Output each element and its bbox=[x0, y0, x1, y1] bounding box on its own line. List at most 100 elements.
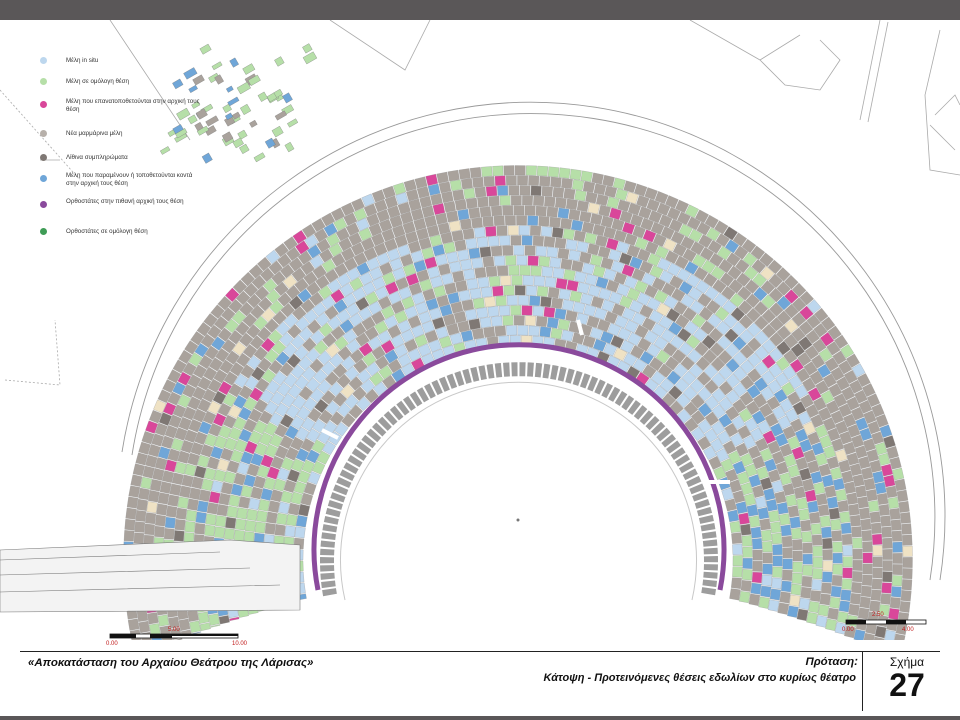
seat-block bbox=[454, 239, 467, 252]
seat-block bbox=[562, 228, 575, 240]
seat-block bbox=[521, 305, 533, 316]
seat-block bbox=[552, 187, 565, 198]
seat-block bbox=[163, 528, 175, 540]
seat-block bbox=[902, 557, 913, 568]
seat-block bbox=[535, 245, 547, 257]
seat-block bbox=[787, 605, 799, 618]
seat-block bbox=[891, 575, 903, 587]
seat-block bbox=[497, 265, 509, 276]
seat-block bbox=[809, 511, 821, 524]
seat-block bbox=[238, 496, 251, 509]
seat-block bbox=[506, 325, 517, 336]
seat-block bbox=[458, 168, 471, 180]
seat-block bbox=[503, 165, 515, 176]
seat-block bbox=[569, 168, 582, 181]
seat-block bbox=[789, 516, 801, 529]
seat-block bbox=[538, 256, 551, 267]
legend-label: Μέλη που παραμένουν ή τοποθετούνται κοντ… bbox=[66, 172, 193, 187]
seat-block bbox=[872, 567, 883, 579]
seat-block bbox=[557, 318, 571, 331]
seat-block bbox=[767, 599, 780, 612]
seat-block bbox=[755, 496, 767, 509]
seat-block bbox=[145, 512, 157, 525]
seat-block bbox=[441, 191, 454, 203]
seat-block bbox=[593, 183, 607, 196]
seat-block bbox=[541, 266, 554, 278]
seat-block bbox=[449, 179, 462, 192]
seat-block bbox=[146, 501, 158, 514]
seat-block bbox=[871, 533, 883, 545]
stage-foundations bbox=[0, 539, 301, 613]
seat-block bbox=[822, 571, 833, 583]
seat-block bbox=[204, 524, 216, 537]
seat-block bbox=[208, 613, 220, 626]
seat-block bbox=[451, 230, 464, 242]
seat-block bbox=[563, 269, 576, 281]
seat-block bbox=[883, 474, 896, 488]
seat-block bbox=[505, 255, 517, 266]
seat-block bbox=[832, 478, 845, 491]
seat-block bbox=[254, 521, 266, 534]
seat-block bbox=[822, 537, 833, 550]
seat-block bbox=[152, 468, 165, 481]
seat-block bbox=[735, 501, 748, 514]
seat-block bbox=[746, 504, 759, 517]
seat-block bbox=[535, 205, 547, 217]
seat-block bbox=[841, 578, 853, 590]
seat-block bbox=[826, 496, 839, 509]
seat-block bbox=[576, 200, 589, 212]
seat-block bbox=[776, 502, 789, 515]
seat-block bbox=[568, 209, 581, 221]
seat-block bbox=[825, 618, 837, 631]
seat-block bbox=[761, 529, 772, 542]
seat-block bbox=[465, 238, 478, 250]
seat-block bbox=[827, 607, 839, 620]
seat-block bbox=[525, 315, 537, 326]
fragment-block bbox=[284, 141, 295, 153]
seat-block bbox=[872, 470, 885, 484]
seat-block bbox=[495, 295, 507, 307]
seat-block bbox=[425, 173, 438, 186]
seat-block bbox=[544, 196, 556, 208]
seat-block bbox=[774, 491, 787, 504]
seat-block bbox=[482, 256, 495, 268]
seat-block bbox=[549, 257, 562, 269]
seat-block bbox=[898, 501, 910, 513]
seat-block bbox=[228, 494, 241, 507]
seat-block bbox=[493, 215, 505, 226]
seat-block bbox=[815, 615, 828, 628]
seat-block bbox=[812, 545, 823, 557]
seat-block bbox=[500, 275, 512, 286]
seat-block bbox=[488, 275, 501, 287]
seat-block bbox=[298, 503, 310, 517]
seat-block bbox=[416, 186, 430, 199]
seat-block bbox=[761, 574, 773, 587]
seat-block bbox=[474, 267, 487, 279]
legend-item: Ορθοστάτες στην πιθανή αρχική τους θέση bbox=[40, 198, 200, 228]
seat-block bbox=[739, 591, 751, 604]
seat-block bbox=[839, 511, 851, 524]
seat-block bbox=[518, 295, 530, 306]
seat-block bbox=[199, 622, 211, 631]
seat-block bbox=[853, 629, 866, 642]
seat-block bbox=[585, 191, 598, 204]
seat-block bbox=[762, 541, 773, 553]
seat-block bbox=[514, 285, 526, 296]
seat-block bbox=[802, 565, 813, 576]
seat-block bbox=[862, 563, 873, 575]
seat-block bbox=[546, 246, 559, 258]
seat-block bbox=[189, 620, 201, 633]
seat-block bbox=[869, 511, 881, 523]
seat-block bbox=[821, 474, 834, 488]
seat-block bbox=[449, 261, 462, 273]
seat-block bbox=[446, 210, 459, 223]
seat-block bbox=[758, 596, 770, 609]
seat-block bbox=[497, 185, 509, 196]
seat-block bbox=[859, 596, 871, 609]
seat-block bbox=[798, 508, 810, 521]
seat-block bbox=[246, 508, 258, 521]
seat-block bbox=[240, 485, 253, 498]
seat-block bbox=[480, 286, 493, 298]
seat-block bbox=[125, 507, 137, 520]
seat-block bbox=[288, 502, 300, 516]
